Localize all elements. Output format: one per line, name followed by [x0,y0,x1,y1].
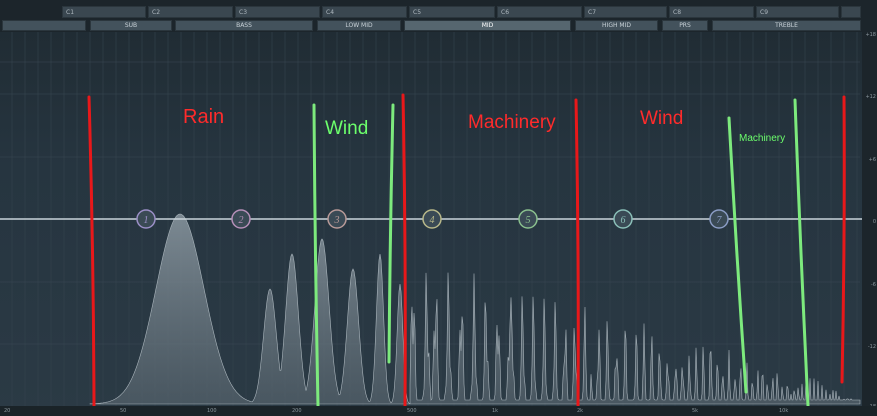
frequency-tick: 100 [207,408,217,414]
db-tick: +6 [868,157,876,163]
eq-node-7[interactable]: 7 [709,209,729,229]
note-label: C3 [235,6,320,18]
annotation-wind: Wind [325,118,369,139]
db-tick: -6 [871,282,876,288]
band-button-sub[interactable]: SUB [90,20,172,31]
annotation-rain: Rain [183,106,225,128]
eq-node-2[interactable]: 2 [231,209,251,229]
eq-node-4[interactable]: 4 [422,209,442,229]
eq-node-label: 6 [621,215,626,226]
note-label: C6 [497,6,582,18]
band-button-mid[interactable]: MID [404,20,571,31]
frequency-tick: 10k [779,408,789,414]
db-tick: -12 [867,344,876,350]
frequency-tick: 200 [292,408,302,414]
red-divider-line [574,98,580,406]
band-header: C1 C2 C3 C4 C5 C6 C7 C8 C9 SUB BASS LOW MID MID HIGH… [0,0,877,32]
eq-node-6[interactable]: 6 [613,209,633,229]
note-label: C1 [62,6,146,18]
frequency-tick: 2k [577,408,584,414]
annotation-wind: Wind [640,108,684,129]
note-label: C5 [409,6,495,18]
frequency-scale: 20 50 100 200 500 1k 2k 5k 10k [0,406,877,416]
spectrum-display[interactable]: 1 2 3 4 5 6 7 [0,32,877,406]
red-divider-line [840,95,846,384]
note-label-blank [841,6,861,18]
frequency-tick: 50 [120,408,127,414]
band-button-prs[interactable]: PRS [662,20,708,31]
db-tick: +18 [865,32,876,38]
db-tick: +12 [865,94,876,100]
annotation-machinery: Machinery [468,112,556,133]
db-tick: 0 [872,219,876,225]
note-label: C4 [322,6,407,18]
eq-node-1[interactable]: 1 [136,209,156,229]
eq-node-label: 3 [334,215,340,226]
green-divider-line [387,103,395,364]
band-button-treble[interactable]: TREBLE [712,20,861,31]
annotation-machinery: Machinery [739,133,786,144]
eq-node-label: 2 [239,215,244,226]
green-divider-line [793,98,810,406]
frequency-tick: 20 [4,408,11,414]
note-label: C8 [669,6,754,18]
note-label: C7 [584,6,667,18]
eq-node-3[interactable]: 3 [327,209,347,229]
note-label: C9 [756,6,839,18]
green-divider-line [727,116,748,394]
eq-node-5[interactable]: 5 [518,209,538,229]
frequency-tick: 500 [407,408,417,414]
eq-window: C1 C2 C3 C4 C5 C6 C7 C8 C9 SUB BASS LOW MID MID HIGH… [0,0,877,416]
frequency-tick: 5k [692,408,699,414]
band-spacer [2,20,86,31]
eq-node-label: 5 [526,215,531,226]
band-button-bass[interactable]: BASS [175,20,313,31]
eq-node-label: 4 [430,215,435,226]
note-label: C2 [148,6,233,18]
band-button-low-mid[interactable]: LOW MID [317,20,401,31]
band-button-high-mid[interactable]: HIGH MID [575,20,658,31]
frequency-tick: 1k [492,408,499,414]
eq-node-label: 1 [144,215,149,226]
